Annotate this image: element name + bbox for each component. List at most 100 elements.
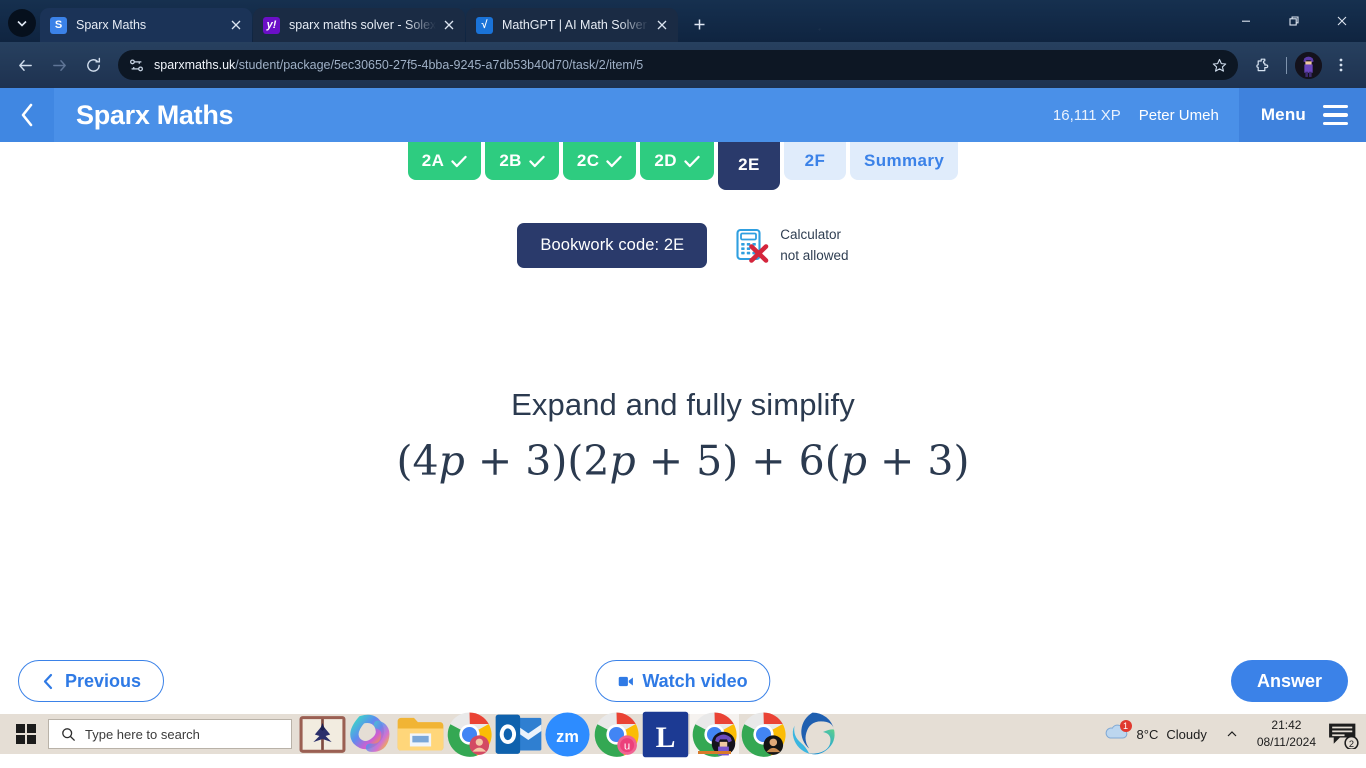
notification-count: 2 [1349, 738, 1354, 748]
task-tabs-container: 2A 2B 2C 2D 2E 2F Summary [0, 142, 1366, 190]
taskbar-search-box[interactable]: Type here to search [48, 719, 292, 749]
task-tab-label: 2C [576, 151, 600, 170]
taskbar-clock[interactable]: 21:42 08/11/2024 [1247, 717, 1326, 751]
task-tab-2f[interactable]: 2F [783, 142, 846, 180]
calculator-not-allowed-icon [735, 228, 769, 264]
file-explorer-icon[interactable] [396, 714, 445, 754]
weather-widget[interactable]: 1 8°C Cloudy [1093, 719, 1217, 746]
chrome-icon[interactable] [739, 711, 788, 757]
browser-menu-button[interactable] [1326, 50, 1356, 80]
weather-condition: Cloudy [1166, 726, 1207, 742]
previous-button[interactable]: Previous [18, 660, 165, 702]
back-arrow-icon [18, 59, 32, 71]
new-tab-button[interactable] [685, 10, 713, 38]
check-icon [684, 155, 700, 168]
expr-part-d: + 3) [866, 437, 970, 485]
widgets-book-icon[interactable] [298, 714, 347, 754]
minimize-button[interactable] [1222, 0, 1270, 42]
close-button[interactable] [1318, 0, 1366, 42]
check-icon [606, 155, 623, 168]
windows-taskbar: Type here to search zm u L 1 8°C Cloudy … [0, 711, 1366, 757]
profile-avatar[interactable] [1295, 51, 1322, 79]
header-back-button[interactable] [0, 88, 54, 142]
tab-close-icon[interactable] [226, 15, 246, 35]
windows-start-icon [15, 723, 37, 745]
expr-part-c: + 5) + 6( [635, 437, 841, 485]
browser-tab-2[interactable]: √ MathGPT | AI Math Solver & Calculator [466, 8, 678, 42]
minimize-icon [1242, 20, 1250, 22]
answer-button[interactable]: Answer [1230, 660, 1348, 702]
user-name: Peter Umeh [1138, 106, 1219, 124]
chrome-icon[interactable]: u [592, 711, 641, 757]
task-tab-2e[interactable]: 2E [717, 142, 780, 190]
calculator-notice: Calculator not allowed [735, 225, 849, 267]
tab-close-icon[interactable] [652, 15, 672, 35]
expr-var-1: p [438, 437, 465, 485]
reload-button[interactable] [78, 50, 108, 80]
tray-overflow-button[interactable] [1217, 728, 1247, 740]
question-expression: (4p + 3)(2p + 5) + 6(p + 3) [397, 437, 970, 485]
restore-icon [1289, 16, 1299, 26]
task-tab-2d[interactable]: 2D [640, 142, 714, 180]
task-tab-2c[interactable]: 2C [562, 142, 637, 180]
system-tray: 1 8°C Cloudy 21:42 08/11/2024 2 [1093, 714, 1366, 754]
yahoo-favicon: y! [263, 16, 280, 34]
weather-temperature: 8°C [1136, 726, 1159, 742]
expr-var-3: p [840, 437, 867, 485]
browser-tab-0[interactable]: S Sparx Maths [40, 8, 252, 42]
chevron-down-icon [17, 20, 27, 27]
browser-tab-1[interactable]: y! sparx maths solver - Solex Yahoo [253, 8, 465, 42]
search-icon [62, 727, 76, 741]
site-settings-icon[interactable] [128, 56, 145, 74]
back-button[interactable] [10, 50, 40, 80]
calculator-line-2: not allowed [780, 247, 849, 263]
watch-video-button[interactable]: Watch video [595, 660, 771, 702]
chevron-left-icon [21, 103, 33, 127]
puzzle-piece-icon [1256, 58, 1269, 72]
action-bar: Previous Watch video Answer [0, 648, 1366, 714]
browser-tab-title: MathGPT | AI Math Solver & Calculator [502, 18, 652, 32]
xp-counter: 16,111 XP [1052, 106, 1121, 124]
chrome-icon[interactable] [445, 711, 494, 757]
task-tab-label: 2B [499, 151, 522, 170]
svg-text:zm: zm [556, 727, 579, 745]
taskbar-search-placeholder: Type here to search [85, 726, 200, 742]
weather-badge: 1 [1119, 719, 1132, 732]
sparx-header: Sparx Maths 16,111 XP Peter Umeh Menu [0, 88, 1366, 142]
page-content: Sparx Maths 16,111 XP Peter Umeh Menu 2A… [0, 88, 1366, 714]
bookwork-row: Bookwork code: 2E Calculator not allowed [0, 223, 1366, 268]
bookmark-star-icon[interactable] [1206, 52, 1232, 78]
outlook-icon[interactable] [494, 714, 543, 754]
task-tab-label: 2E [738, 155, 760, 174]
task-tab-summary[interactable]: Summary [849, 142, 959, 180]
forward-button[interactable] [44, 50, 74, 80]
tab-search-button[interactable] [8, 9, 36, 37]
notification-center-button[interactable]: 2 [1326, 719, 1360, 750]
restore-button[interactable] [1270, 0, 1318, 42]
question-prompt: Expand and fully simplify [511, 387, 855, 422]
zoom-icon[interactable]: zm [543, 711, 592, 757]
answer-label: Answer [1256, 670, 1322, 691]
svg-text:L: L [656, 720, 676, 753]
plus-icon [694, 19, 704, 29]
edge-icon[interactable] [788, 712, 837, 754]
clock-time: 21:42 [1271, 718, 1302, 733]
question-area: Expand and fully simplify (4p + 3)(2p + … [0, 268, 1366, 648]
tab-close-icon[interactable] [439, 15, 459, 35]
task-tabs: 2A 2B 2C 2D 2E 2F Summary [407, 142, 959, 190]
menu-button[interactable]: Menu [1238, 88, 1366, 142]
url-domain: sparxmaths.uk [154, 58, 236, 72]
extensions-button[interactable] [1248, 50, 1278, 80]
task-tab-label: Summary [863, 151, 945, 170]
chrome-active-icon[interactable] [690, 711, 739, 757]
start-button[interactable] [4, 714, 48, 754]
l-app-icon[interactable]: L [641, 711, 690, 757]
address-bar[interactable]: sparxmaths.uk/student/package/5ec30650-2… [118, 50, 1238, 80]
svg-text:u: u [624, 740, 630, 752]
browser-tab-title: Sparx Maths [76, 18, 147, 32]
task-tab-2a[interactable]: 2A [407, 142, 482, 180]
check-icon [529, 155, 545, 168]
copilot-icon[interactable] [347, 714, 396, 754]
task-tab-2b[interactable]: 2B [485, 142, 559, 180]
window-controls [1222, 0, 1366, 42]
